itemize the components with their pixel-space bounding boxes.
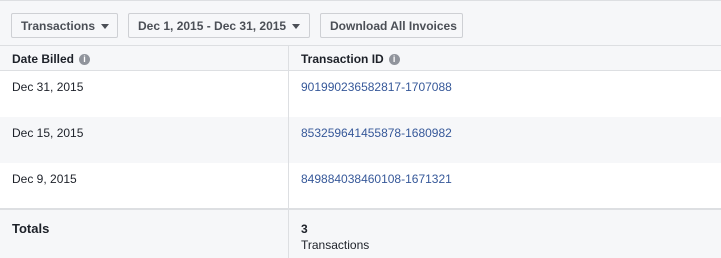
transactions-dropdown[interactable]: Transactions (11, 13, 118, 38)
totals-label: Totals (12, 221, 50, 236)
table-row: Dec 9, 2015 849884038460108-1671321 (0, 163, 721, 209)
info-icon[interactable]: i (79, 53, 91, 65)
totals-count: 3 (301, 222, 308, 236)
chevron-down-icon (101, 23, 110, 29)
date-billed-cell: Dec 9, 2015 (12, 172, 77, 186)
header-date-billed-label: Date Billed (12, 52, 75, 66)
date-range-label: Dec 1, 2015 - Dec 31, 2015 (138, 18, 287, 33)
totals-unit: Transactions (301, 238, 370, 252)
toolbar: Transactions Dec 1, 2015 - Dec 31, 2015 … (0, 0, 721, 45)
table-row: Dec 15, 2015 853259641455878-1680982 (0, 117, 721, 163)
transaction-id-link[interactable]: 849884038460108-1671321 (301, 172, 452, 186)
header-date-billed[interactable]: Date Billed i (12, 46, 91, 72)
date-range-dropdown[interactable]: Dec 1, 2015 - Dec 31, 2015 (128, 13, 310, 38)
date-billed-cell: Dec 15, 2015 (12, 126, 84, 140)
column-divider (288, 45, 289, 258)
info-icon[interactable]: i (388, 53, 400, 65)
transactions-dropdown-label: Transactions (21, 18, 96, 33)
chevron-down-icon (292, 23, 301, 29)
table-row: Dec 31, 2015 901990236582817-1707088 (0, 71, 721, 117)
transaction-id-link[interactable]: 901990236582817-1707088 (301, 80, 452, 94)
totals-row: Totals 3 Transactions (0, 208, 721, 258)
table-header: Date Billed i Transaction ID i (0, 45, 721, 71)
transaction-id-link[interactable]: 853259641455878-1680982 (301, 126, 452, 140)
download-all-invoices-button[interactable]: Download All Invoices (320, 13, 463, 38)
date-billed-cell: Dec 31, 2015 (12, 80, 84, 94)
header-transaction-id-label: Transaction ID (301, 52, 384, 66)
header-transaction-id[interactable]: Transaction ID i (301, 46, 400, 72)
download-all-invoices-label: Download All Invoices (330, 18, 457, 33)
